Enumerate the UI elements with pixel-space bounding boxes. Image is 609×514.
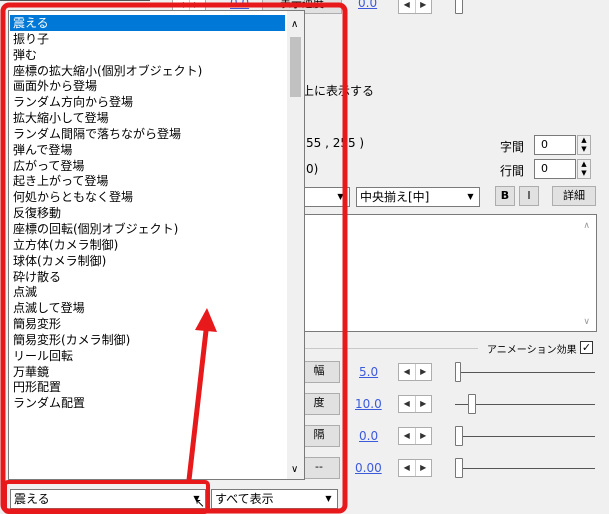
param-value-degree[interactable]: 10.0: [355, 397, 382, 411]
effect-list-item[interactable]: 座標の拡大縮小(個別オブジェクト): [10, 63, 285, 79]
effect-list-item[interactable]: 立方体(カメラ制御): [10, 237, 285, 253]
char-spacing-stepper[interactable]: ▲ ▼: [577, 135, 591, 155]
chevron-down-icon: ▼: [325, 494, 332, 503]
chevron-down-icon: ▼: [337, 192, 344, 201]
text-area[interactable]: ∧ ∨: [300, 214, 597, 332]
align-select-value: 中央揃え[中]: [360, 190, 430, 204]
param-arrows-extra[interactable]: ◀ ▶: [398, 459, 432, 477]
effect-list-item[interactable]: 拡大縮小して登場: [10, 110, 285, 126]
left-arrow-icon[interactable]: ◀: [399, 0, 416, 13]
line-spacing-stepper[interactable]: ▲ ▼: [577, 159, 591, 179]
effect-list-item[interactable]: ランダム配置: [10, 395, 285, 411]
effect-list-item[interactable]: ランダム間隔で落ちながら登場: [10, 126, 285, 142]
font-combo-partial[interactable]: ▼: [300, 187, 350, 207]
char-spacing-label: 字間: [500, 140, 525, 154]
left-arrow-icon[interactable]: ◀: [399, 428, 416, 444]
effect-combo[interactable]: 震える ▼: [10, 489, 206, 509]
effect-list[interactable]: 震える 振り子 弾む 座標の拡大縮小(個別オブジェクト) 画面外から登場 ランダム方向から…: [10, 15, 285, 411]
right-arrow-icon[interactable]: ▶: [416, 460, 432, 476]
filter-combo-value: すべて表示: [215, 492, 274, 506]
paren-text: 0): [306, 162, 319, 176]
param-value-interval[interactable]: 0.0: [359, 429, 378, 443]
effect-list-item[interactable]: リール回転: [10, 348, 285, 364]
right-arrow-icon[interactable]: ▶: [416, 396, 432, 412]
top-value[interactable]: 0.0: [230, 0, 249, 10]
left-arrow-icon[interactable]: ◀: [399, 396, 416, 412]
text-scroll-down-icon[interactable]: ∨: [583, 317, 590, 327]
scroll-down-icon[interactable]: ∨: [291, 464, 298, 475]
param-slider-thumb-degree[interactable]: [468, 394, 476, 414]
list-scrollbar[interactable]: ∧ ∨: [287, 11, 304, 479]
effect-list-item[interactable]: 球体(カメラ制御): [10, 253, 285, 269]
effect-list-item[interactable]: 広がって登場: [10, 158, 285, 174]
effect-list-item[interactable]: 起き上がって登場: [10, 173, 285, 189]
param-slider-thumb-extra[interactable]: [455, 458, 463, 478]
effect-list-item[interactable]: 円形配置: [10, 379, 285, 395]
param-arrows-interval[interactable]: ◀ ▶: [398, 427, 432, 445]
left-arrow-icon[interactable]: ◀: [399, 460, 416, 476]
right-arrow-icon[interactable]: ▶: [416, 428, 432, 444]
top-value-2[interactable]: 0.0: [358, 0, 377, 10]
anim-effect-label: アニメーション効果: [487, 345, 577, 356]
color-value-text: 55 , 255 ): [306, 136, 365, 150]
effect-list-item[interactable]: 簡易変形: [10, 316, 285, 332]
chevron-down-icon: ▼: [467, 192, 474, 201]
effect-dropdown-list[interactable]: 震える 振り子 弾む 座標の拡大縮小(個別オブジェクト) 画面外から登場 ランダム方向から…: [8, 10, 305, 480]
top-arrow-buttons-2[interactable]: ◀ ▶: [398, 0, 432, 14]
anim-effect-checkbox[interactable]: ✓: [580, 341, 593, 354]
filter-combo[interactable]: すべて表示 ▼: [211, 489, 338, 509]
line-spacing-label: 行間: [500, 164, 525, 178]
top-slider-thumb[interactable]: [455, 0, 463, 14]
effect-list-item[interactable]: 震える: [10, 15, 285, 31]
scroll-thumb[interactable]: [290, 37, 301, 97]
effect-list-item[interactable]: 画面外から登場: [10, 78, 285, 94]
mouse-cursor-icon: ↖: [195, 496, 206, 510]
effect-list-item[interactable]: 反復移動: [10, 205, 285, 221]
param-slider-thumb-interval[interactable]: [455, 426, 463, 446]
effect-list-item[interactable]: 座標の回転(個別オブジェクト): [10, 221, 285, 237]
param-value-extra[interactable]: 0.00: [355, 461, 382, 475]
param-slider-track-degree: [455, 404, 595, 405]
effect-list-item[interactable]: 砕け散る: [10, 269, 285, 285]
effect-list-item[interactable]: 万華鏡: [10, 364, 285, 380]
char-spacing-input[interactable]: 0: [534, 135, 576, 155]
anim-divider: [300, 348, 478, 349]
param-value-width[interactable]: 5.0: [359, 365, 378, 379]
effect-list-item[interactable]: ランダム方向から登場: [10, 94, 285, 110]
left-arrow-icon[interactable]: ◀: [399, 364, 416, 380]
param-slider-track-width: [455, 372, 595, 373]
effect-list-item[interactable]: 簡易変形(カメラ制御): [10, 332, 285, 348]
right-arrow-icon[interactable]: ▶: [416, 0, 432, 13]
align-select[interactable]: 中央揃え[中] ▼: [356, 187, 480, 207]
param-arrows-degree[interactable]: ◀ ▶: [398, 395, 432, 413]
param-arrows-width[interactable]: ◀ ▶: [398, 363, 432, 381]
text-scroll-up-icon[interactable]: ∧: [583, 221, 590, 231]
top-slider-track: [0, 0, 150, 1]
effect-list-item[interactable]: 点滅: [10, 284, 285, 300]
scroll-up-icon[interactable]: ∧: [291, 19, 298, 30]
effect-combo-value: 震える: [14, 492, 50, 506]
effect-list-item[interactable]: 弾んで登場: [10, 142, 285, 158]
show-on-top-label: 上に表示する: [302, 84, 375, 98]
effect-list-item[interactable]: 点滅して登場: [10, 300, 285, 316]
effect-list-item[interactable]: 振り子: [10, 31, 285, 47]
detail-button[interactable]: 詳細: [552, 186, 596, 206]
param-slider-track-interval: [455, 436, 595, 437]
param-slider-thumb-width[interactable]: [455, 362, 461, 382]
effect-list-item[interactable]: 何処からともなく登場: [10, 189, 285, 205]
param-slider-track-extra: [455, 468, 595, 469]
bold-button[interactable]: B: [495, 186, 515, 206]
line-spacing-input[interactable]: 0: [534, 159, 576, 179]
right-arrow-icon[interactable]: ▶: [416, 364, 432, 380]
effect-list-item[interactable]: 弾む: [10, 47, 285, 63]
italic-button[interactable]: I: [519, 186, 539, 206]
